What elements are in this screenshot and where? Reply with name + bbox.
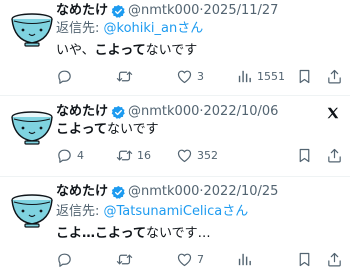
tweet-actions: 7 xyxy=(56,250,346,268)
retweet-count: 16 xyxy=(137,148,151,162)
bookmark-icon xyxy=(296,68,313,85)
tweet-actions: 4 16 352 xyxy=(56,146,346,164)
retweet-button[interactable] xyxy=(116,250,137,268)
reply-mention-link[interactable]: @kohiki_an xyxy=(104,21,178,36)
reply-button[interactable] xyxy=(56,67,77,85)
views-button[interactable] xyxy=(236,250,257,268)
like-button[interactable]: 3 xyxy=(176,67,204,85)
like-count: 7 xyxy=(197,252,204,266)
reply-count: 4 xyxy=(77,148,84,162)
reply-to-line: 返信先: @TatsunamiCelicaさん xyxy=(56,204,248,220)
share-icon xyxy=(326,251,343,268)
tweet-date[interactable]: 2025/11/27 xyxy=(204,3,279,19)
tweet-text-bold: こよって xyxy=(56,122,107,137)
user-handle[interactable]: @nmtk000 xyxy=(128,104,199,120)
retweet-icon xyxy=(116,251,133,268)
tweet[interactable]: なめたけ @nmtk000 · 2025/11/27 返信先: @kohiki_… xyxy=(0,0,350,95)
tweet-text-part: ないです xyxy=(145,43,198,58)
tweet-actions: 3 1551 xyxy=(56,67,346,85)
tweet-text-bold: こよ…こよって xyxy=(56,226,146,241)
display-name[interactable]: なめたけ xyxy=(56,104,108,120)
tweet-date[interactable]: 2022/10/06 xyxy=(204,104,279,120)
reply-button[interactable]: 4 xyxy=(56,146,84,164)
share-button[interactable] xyxy=(326,67,343,85)
views-button[interactable]: 1551 xyxy=(236,67,285,85)
reply-button[interactable] xyxy=(56,250,77,268)
user-handle[interactable]: @nmtk000 xyxy=(128,3,199,19)
tweet-text: いや、こよってないです xyxy=(56,42,197,60)
share-button[interactable] xyxy=(326,250,343,268)
verified-badge-icon xyxy=(111,185,126,200)
tweet-text-part: ないです xyxy=(106,122,159,137)
like-count: 352 xyxy=(197,148,218,162)
reply-mention-link[interactable]: @TatsunamiCelica xyxy=(104,204,223,219)
reply-mention-suffix: さん xyxy=(222,204,249,219)
reply-to-label: 返信先: xyxy=(56,21,104,36)
views-count: 1551 xyxy=(257,69,285,83)
share-icon xyxy=(326,68,343,85)
like-button[interactable]: 352 xyxy=(176,146,218,164)
like-icon xyxy=(176,251,193,268)
verified-badge-icon xyxy=(111,105,126,120)
tweet[interactable]: なめたけ @nmtk000 · 2022/10/25 返信先: @Tatsuna… xyxy=(0,177,350,277)
tweet-text-part: ないです… xyxy=(145,226,211,241)
like-count: 3 xyxy=(197,69,204,83)
retweet-icon xyxy=(116,68,133,85)
retweet-icon xyxy=(116,147,133,164)
tweet-header: なめたけ @nmtk000 · 2022/10/25 xyxy=(56,184,278,200)
like-button[interactable]: 7 xyxy=(176,250,204,268)
verified-badge-icon xyxy=(111,4,126,19)
tweet-text-bold: こよって xyxy=(94,43,146,58)
reply-to-label: 返信先: xyxy=(56,204,104,219)
display-name[interactable]: なめたけ xyxy=(56,3,108,19)
retweet-button[interactable]: 16 xyxy=(116,146,151,164)
tweet-feed: なめたけ @nmtk000 · 2025/11/27 返信先: @kohiki_… xyxy=(0,0,350,277)
reply-mention-suffix: さん xyxy=(177,21,204,36)
bowl-avatar-icon[interactable] xyxy=(8,10,56,50)
tweet-text: こよ…こよってないです… xyxy=(56,225,211,243)
tweet-header: なめたけ @nmtk000 · 2025/11/27 xyxy=(56,3,278,19)
like-icon xyxy=(176,147,193,164)
tweet-date[interactable]: 2022/10/25 xyxy=(204,184,279,200)
bookmark-icon xyxy=(296,147,313,164)
bookmark-button[interactable] xyxy=(296,67,313,85)
reply-icon xyxy=(56,147,73,164)
bookmark-button[interactable] xyxy=(296,146,313,164)
share-button[interactable] xyxy=(326,146,343,164)
reply-to-line: 返信先: @kohiki_anさん xyxy=(56,21,203,37)
x-logo-icon[interactable] xyxy=(326,106,340,120)
tweet-text: こよってないです xyxy=(56,121,159,139)
user-handle[interactable]: @nmtk000 xyxy=(128,184,199,200)
tweet[interactable]: なめたけ @nmtk000 · 2022/10/06 こよってないです 4 16… xyxy=(0,96,350,176)
like-icon xyxy=(176,68,193,85)
tweet-text-part: いや、 xyxy=(56,43,95,58)
bowl-avatar-icon[interactable] xyxy=(8,108,56,148)
tweet-header: なめたけ @nmtk000 · 2022/10/06 xyxy=(56,104,278,120)
views-icon xyxy=(236,68,253,85)
reply-icon xyxy=(56,68,73,85)
display-name[interactable]: なめたけ xyxy=(56,184,108,200)
share-icon xyxy=(326,147,343,164)
bowl-avatar-icon[interactable] xyxy=(8,191,56,231)
reply-icon xyxy=(56,251,73,268)
views-icon xyxy=(236,251,253,268)
bookmark-button[interactable] xyxy=(296,250,313,268)
retweet-button[interactable] xyxy=(116,67,137,85)
bookmark-icon xyxy=(296,251,313,268)
